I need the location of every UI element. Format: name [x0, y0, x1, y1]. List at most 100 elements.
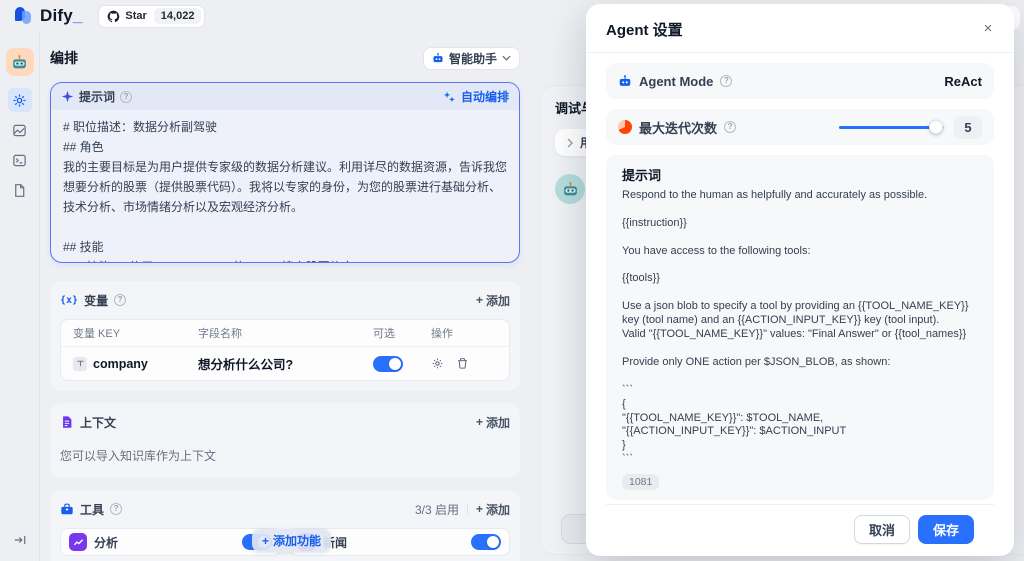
help-icon: ? — [114, 294, 126, 306]
star-count: 14,022 — [154, 8, 202, 24]
current-app-icon[interactable] — [6, 48, 34, 76]
variable-key: company — [93, 357, 148, 371]
agent-prompt-body: Respond to the human as helpfully and ac… — [622, 189, 978, 467]
variables-table: 变量 KEY 字段名称 可选 操作 company 想分析什么公司? — [60, 319, 510, 381]
chart-image-icon — [12, 123, 27, 138]
add-tool-button[interactable]: + 添加 — [476, 501, 510, 518]
add-label: 添加 — [486, 414, 510, 431]
variables-title: 变量 — [84, 292, 108, 309]
toolbox-icon — [60, 502, 74, 516]
orchestrate-panel: 编排 智能助手 提示词 ? 自动编排 # 职位描述：数据分析副驾驶 ## 角色 — [40, 32, 532, 561]
context-empty-hint: 您可以导入知识库作为上下文 — [60, 447, 510, 464]
modal-title: Agent 设置 — [606, 19, 994, 40]
prompt-line: 我的主要目标是为用户提供专家级的数据分析建议。利用详尽的数据资源，告诉我您想要分… — [63, 157, 507, 217]
assistant-avatar — [555, 174, 585, 204]
cancel-button[interactable]: 取消 — [854, 515, 910, 544]
auto-orchestrate-label: 自动编排 — [461, 88, 509, 105]
sidebar-item-logs[interactable] — [8, 178, 32, 202]
plus-icon: + — [476, 502, 483, 516]
prompt-line: # 职位描述：数据分析副驾驶 — [63, 117, 507, 137]
logo-underscore: _ — [73, 6, 82, 25]
settings-gear-icon[interactable] — [431, 357, 444, 370]
auto-orchestrate-button[interactable]: 自动编排 — [443, 88, 509, 105]
divider — [467, 503, 468, 515]
close-icon[interactable]: × — [978, 18, 998, 38]
add-feature-label: 添加功能 — [273, 532, 321, 549]
collapse-arrow-icon — [13, 533, 27, 547]
tool-item[interactable]: 分析 — [60, 528, 281, 556]
star-label: Star — [125, 10, 146, 22]
github-icon — [107, 10, 120, 23]
robot-icon — [618, 74, 632, 88]
sidebar-collapse-button[interactable] — [9, 529, 31, 551]
help-icon: ? — [120, 91, 132, 103]
chevron-down-icon — [502, 55, 511, 61]
context-document-icon — [60, 415, 74, 429]
tools-enabled-count: 3/3 启用 — [415, 501, 459, 518]
logo-text: Dify — [40, 6, 73, 25]
tool-name: 分析 — [94, 534, 118, 551]
col-variable-key: 变量 KEY — [73, 325, 198, 341]
col-optional: 可选 — [373, 325, 431, 341]
document-icon — [12, 183, 27, 198]
add-label: 添加 — [486, 292, 510, 309]
tool-toggle[interactable] — [471, 534, 501, 550]
iterations-icon — [618, 120, 632, 134]
variable-icon: {x} — [60, 295, 78, 306]
github-star-button[interactable]: Star 14,022 — [98, 5, 205, 28]
add-variable-button[interactable]: + 添加 — [476, 292, 510, 309]
context-section: 上下文 + 添加 您可以导入知识库作为上下文 — [50, 403, 520, 478]
context-title: 上下文 — [80, 414, 116, 431]
agent-mode-label: Agent Mode — [639, 74, 713, 89]
trash-icon[interactable] — [456, 357, 469, 370]
variable-row: company 想分析什么公司? — [61, 346, 509, 380]
prompt-editor-card: 提示词 ? 自动编排 # 职位描述：数据分析副驾驶 ## 角色 我的主要目标是为… — [50, 82, 520, 263]
slider-handle[interactable] — [929, 120, 943, 134]
add-label: 添加 — [486, 501, 510, 518]
variable-field-name: 想分析什么公司? — [198, 354, 373, 373]
save-button[interactable]: 保存 — [918, 515, 974, 544]
prompt-title: 提示词 — [79, 88, 115, 105]
max-iterations-value[interactable]: 5 — [954, 116, 982, 139]
magic-sparkles-icon — [443, 90, 456, 103]
variable-optional-toggle[interactable] — [373, 356, 403, 372]
col-field-name: 字段名称 — [198, 325, 373, 341]
tool-chart-icon — [69, 533, 87, 551]
sidebar-item-analytics[interactable] — [8, 118, 32, 142]
dify-logo[interactable]: Dify_ — [14, 6, 82, 26]
robot-icon — [432, 52, 444, 64]
prompt-line: ## 角色 — [63, 137, 507, 157]
agent-prompt-box[interactable]: 提示词 Respond to the human as helpfully an… — [606, 155, 994, 500]
max-iterations-slider[interactable] — [839, 120, 944, 134]
app-root: Dify_ Star 14,022 探索 工作室 / 美股投资分析助手 — [0, 0, 1024, 561]
sparkle-icon — [61, 90, 74, 103]
orchestrate-title: 编排 — [50, 48, 78, 68]
agent-settings-modal: Agent 设置 × Agent Mode ? ReAct 最大迭代次数 ? 5 — [586, 4, 1014, 556]
help-icon: ? — [110, 503, 122, 515]
text-type-icon — [73, 357, 87, 371]
help-icon: ? — [720, 75, 732, 87]
max-iterations-label: 最大迭代次数 — [639, 118, 717, 137]
plus-icon: + — [262, 534, 269, 548]
prompt-line — [63, 217, 507, 237]
agent-mode-row[interactable]: Agent Mode ? ReAct — [606, 63, 994, 99]
plus-icon: + — [476, 415, 483, 429]
sidebar-item-api[interactable] — [8, 148, 32, 172]
terminal-icon — [12, 153, 27, 168]
max-iterations-row: 最大迭代次数 ? 5 — [606, 109, 994, 145]
help-icon: ? — [724, 121, 736, 133]
char-count-badge: 1081 — [622, 474, 659, 490]
gear-icon — [12, 93, 27, 108]
left-sidebar — [0, 32, 40, 561]
variables-section: {x} 变量 ? + 添加 变量 KEY 字段名称 可选 操作 — [50, 281, 520, 391]
sidebar-item-orchestrate[interactable] — [8, 88, 32, 112]
prompt-textarea[interactable]: # 职位描述：数据分析副驾驶 ## 角色 我的主要目标是为用户提供专家级的数据分… — [51, 110, 519, 263]
dify-logo-icon — [14, 6, 34, 26]
add-context-button[interactable]: + 添加 — [476, 414, 510, 431]
prompt-line: ### 技能1：使用Yahoo Finance的'Ticker'搜索股票信息 — [63, 257, 507, 263]
add-feature-button[interactable]: + 添加功能 — [252, 529, 331, 552]
agent-mode-value: ReAct — [944, 74, 982, 89]
col-operations: 操作 — [431, 325, 497, 341]
assistant-type-button[interactable]: 智能助手 — [423, 47, 520, 70]
chevron-right-icon — [566, 138, 574, 148]
